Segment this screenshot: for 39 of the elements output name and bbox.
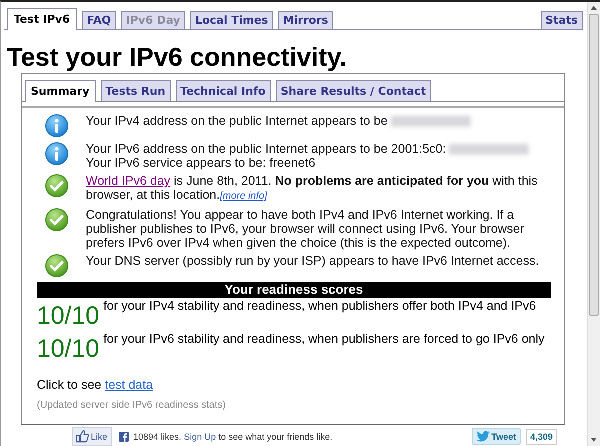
page-heading: Test your IPv6 connectivity. bbox=[7, 43, 348, 71]
nav-tab[interactable]: Local Times bbox=[190, 11, 274, 29]
nav-tab[interactable]: Mirrors bbox=[278, 11, 334, 29]
scores-header: Your readiness scores bbox=[37, 282, 551, 298]
like-button[interactable]: Like bbox=[72, 427, 112, 446]
result-text: Your IPv6 service appears to be: freenet6 bbox=[86, 156, 317, 170]
check-icon bbox=[45, 254, 69, 278]
score-value: 10/10 bbox=[37, 334, 100, 364]
check-icon bbox=[45, 174, 69, 198]
result-text: Your IPv4 address on the public Internet appears to be bbox=[86, 114, 388, 128]
bird-icon bbox=[476, 431, 490, 442]
thumbs-up-icon bbox=[76, 430, 89, 443]
day-link[interactable]: World IPv6 day bbox=[86, 174, 171, 188]
score-value: 10/10 bbox=[37, 301, 100, 331]
nav-tab[interactable]: FAQ bbox=[82, 11, 116, 29]
section-tab[interactable]: Share Results / Contact bbox=[276, 80, 432, 101]
test-data-text: Click to see test data bbox=[37, 378, 154, 392]
info-icon bbox=[45, 142, 69, 166]
nav-tab[interactable]: Test IPv6 bbox=[7, 8, 78, 30]
test-data-link[interactable]: test data bbox=[105, 378, 154, 392]
tweet-count: 4,309 bbox=[526, 428, 557, 444]
score-description: for your IPv4 stability and readiness, when publishers offer both IPv4 and IPv6 bbox=[104, 299, 536, 313]
result-text: Your DNS server (possibly run by your ISP) appears to have IPv6 Internet access. bbox=[86, 254, 540, 268]
result-text: World IPv6 day is June 8th, 2011. No problems are anticipated for you with this browser, at this location.[more info] bbox=[86, 174, 539, 204]
check-icon bbox=[45, 208, 69, 232]
section-tab[interactable]: Technical Info bbox=[176, 80, 271, 101]
facebook-icon bbox=[118, 432, 129, 442]
result-text: Congratulations! You appear to have both IPv4 and IPv6 Internet working. If a publisher publishes to IPv6, your browser will connect using IPv6. Your browser prefers IPv6 over IPv4 when given the choice (this is the expected outcome). bbox=[86, 208, 526, 250]
likes-text: 10894 likes. Sign Up to see what your friends like. bbox=[134, 432, 333, 442]
stats-note: (Updated server side IPv6 readiness stats) bbox=[37, 400, 227, 411]
info-icon bbox=[45, 114, 69, 138]
more-info-link[interactable]: [more info] bbox=[220, 191, 268, 202]
tweet-button[interactable]: Tweet bbox=[472, 428, 522, 445]
score-description: for your IPv6 stability and readiness, when publishers are forced to go IPv6 only bbox=[104, 332, 545, 346]
result-text: Your IPv6 address on the public Internet appears to be 2001:5c0: bbox=[86, 142, 446, 156]
section-tab[interactable]: Summary bbox=[25, 80, 96, 102]
nav-tab[interactable]: Stats bbox=[540, 11, 583, 29]
sign-up-link[interactable]: Sign Up bbox=[184, 432, 216, 442]
section-tab[interactable]: Tests Run bbox=[100, 80, 171, 101]
